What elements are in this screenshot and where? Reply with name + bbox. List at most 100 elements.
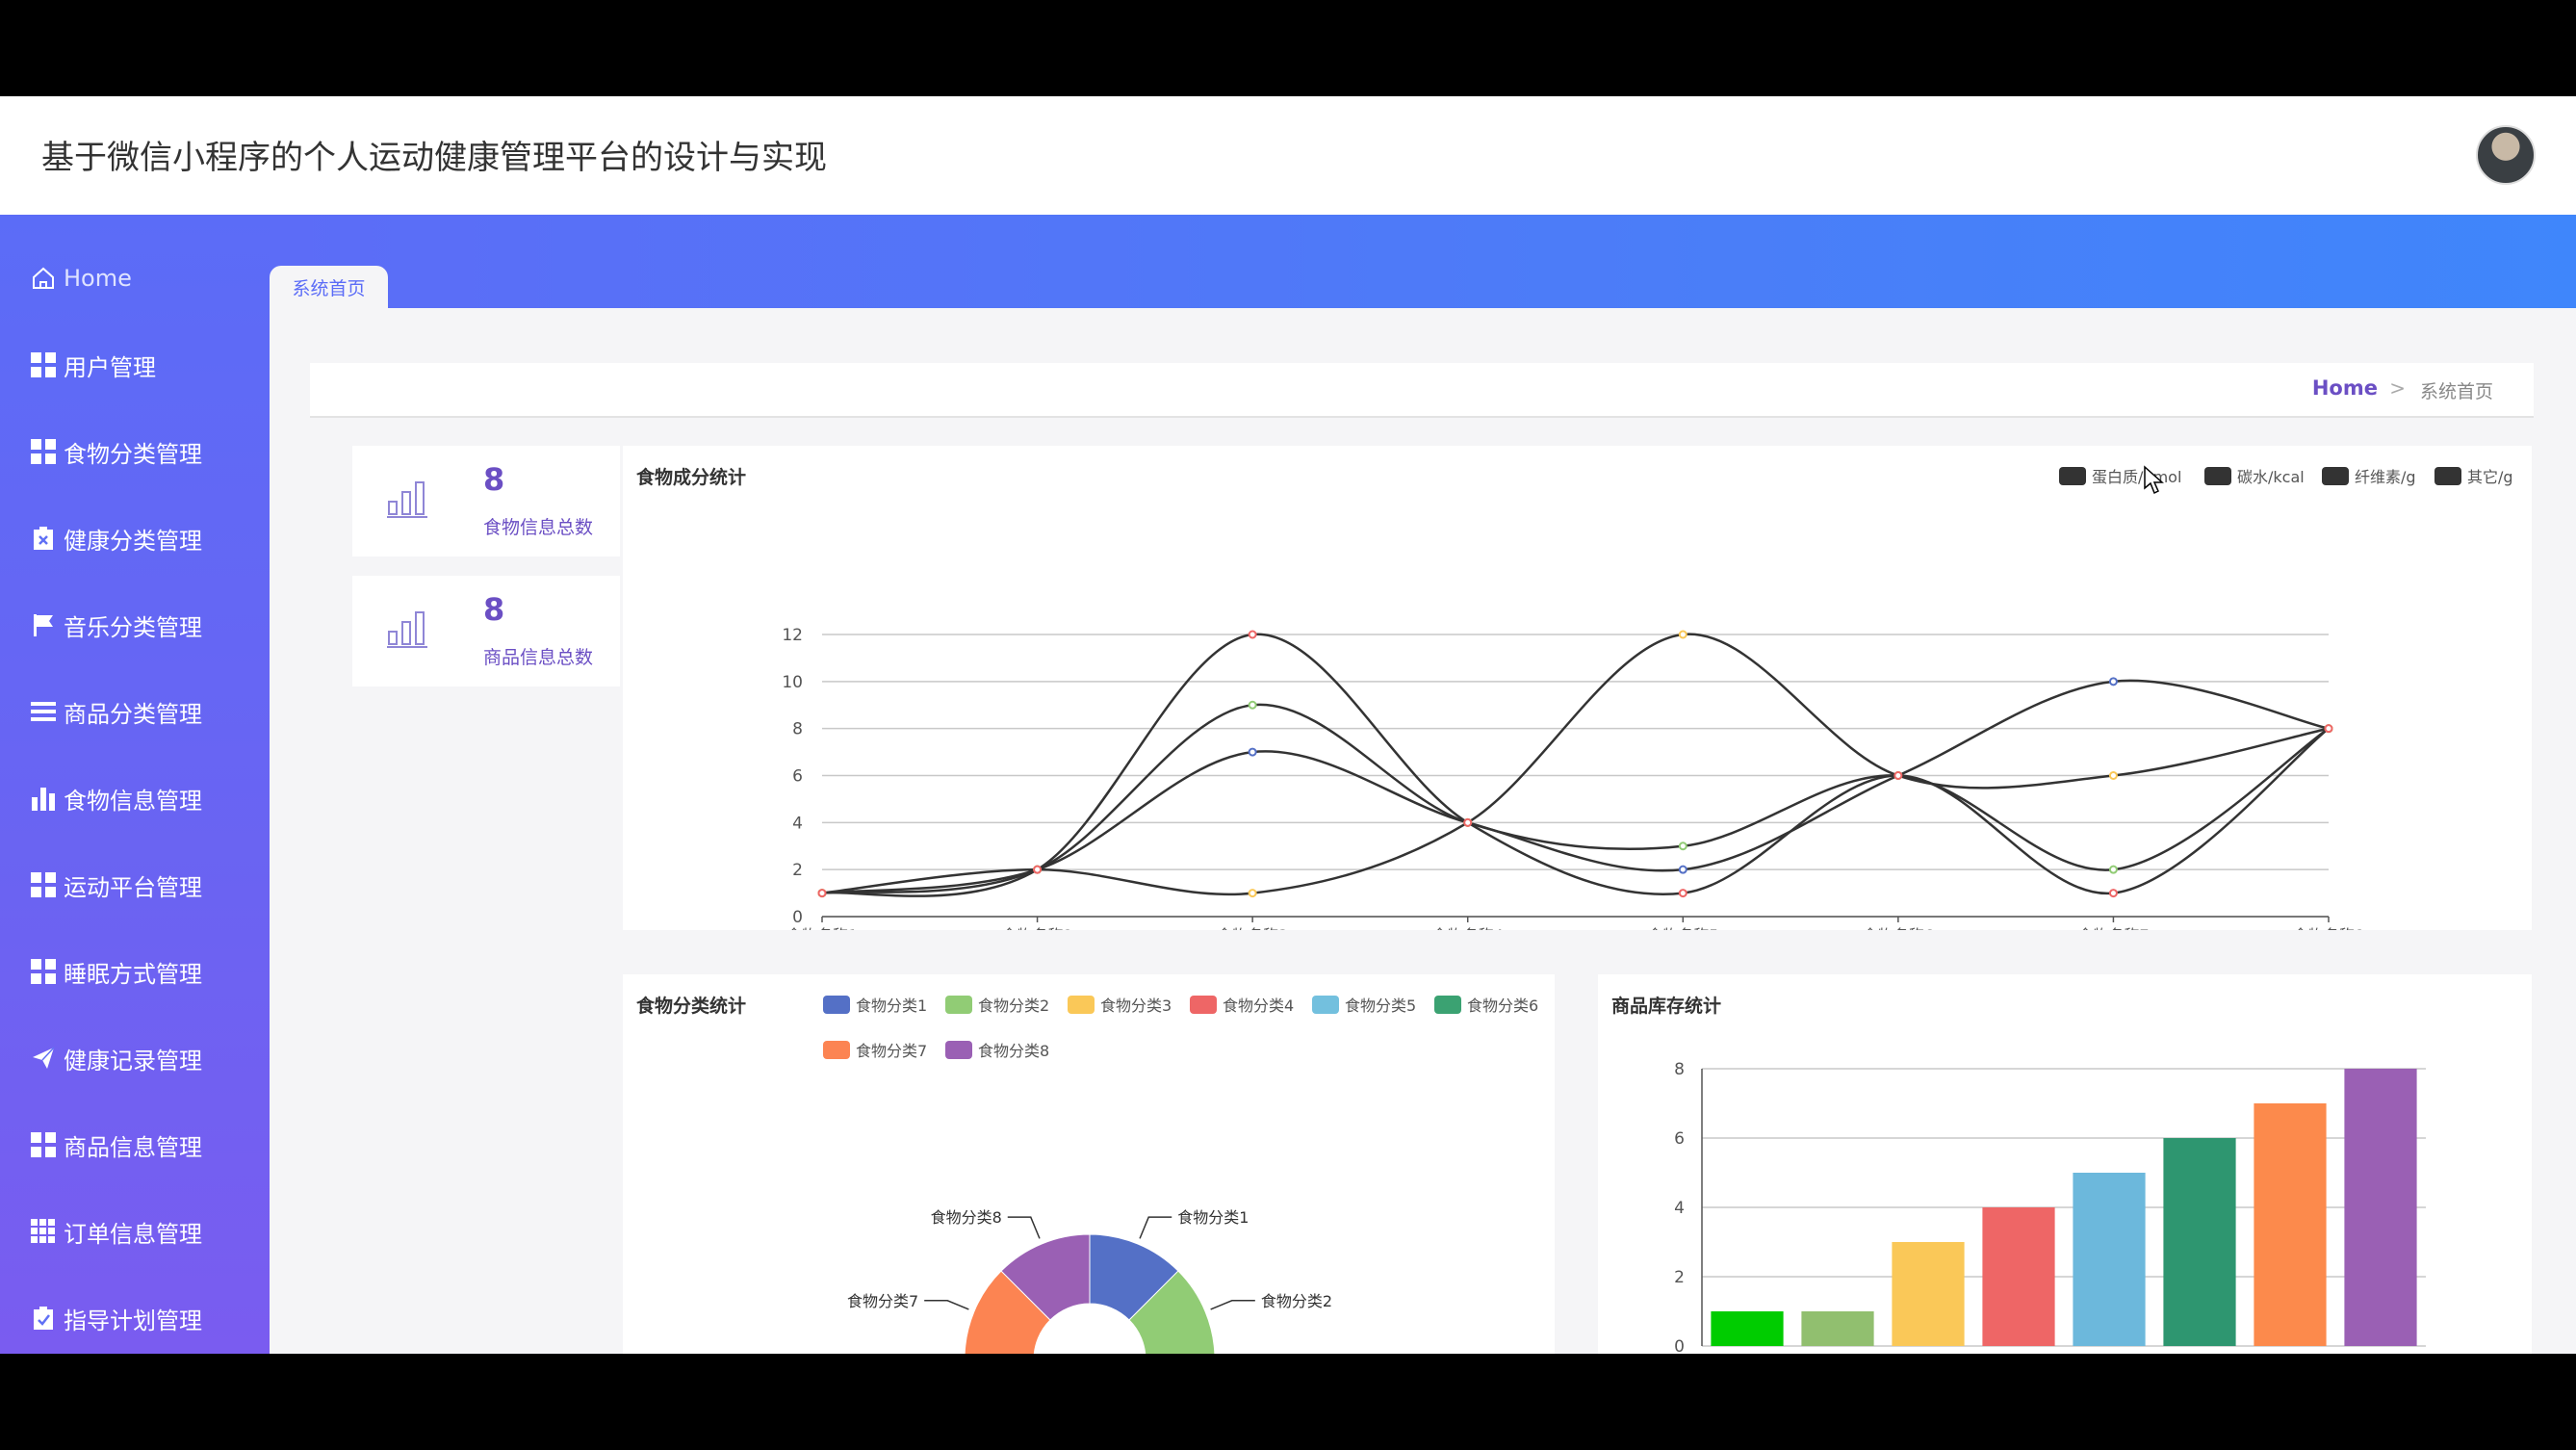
y-tick-label: 12 — [782, 626, 803, 645]
sidebar-item-home[interactable]: Home — [31, 259, 262, 298]
user-avatar[interactable] — [2476, 125, 2536, 185]
app-title: 基于微信小程序的个人运动健康管理平台的设计与实现 — [41, 139, 827, 177]
x-tick-label: 食物名称8 — [2293, 926, 2364, 930]
pie-chart: 食物分类1 食物分类2 食物分类7 食物分类8 — [847, 1208, 1332, 1354]
data-point — [1463, 817, 1473, 827]
send-icon — [31, 1046, 56, 1071]
sidebar-item-health-category[interactable]: 健康分类管理 — [31, 519, 262, 557]
stat-value: 8 — [483, 591, 505, 628]
bar-chart: 0 2 4 6 8 — [1674, 1060, 2426, 1354]
y-tick-label: 0 — [1674, 1337, 1685, 1354]
sidebar-item-label: 音乐分类管理 — [64, 613, 202, 641]
sidebar-item-music-category[interactable]: 音乐分类管理 — [31, 606, 262, 644]
y-tick-label: 8 — [792, 720, 803, 739]
series-line — [821, 703, 2330, 894]
data-point — [1678, 889, 1687, 898]
sidebar-item-label: 健康记录管理 — [64, 1047, 202, 1075]
top-header: 基于微信小程序的个人运动健康管理平台的设计与实现 — [0, 96, 2576, 215]
y-tick-label: 2 — [1674, 1268, 1685, 1287]
y-tick-label: 6 — [792, 767, 803, 787]
sidebar-item-product-info[interactable]: 商品信息管理 — [31, 1126, 262, 1164]
sidebar-item-product-category[interactable]: 商品分类管理 — [31, 692, 262, 731]
pie-label-line — [1007, 1216, 1041, 1239]
bar — [1711, 1311, 1784, 1346]
grid-icon — [31, 959, 56, 984]
sidebar: Home 用户管理 食物分类管理 健康分类管理 音乐分类管理 商品分类管理 食物… — [0, 215, 270, 1354]
data-point — [2108, 889, 2118, 898]
breadcrumb-separator: > — [2389, 376, 2406, 400]
screen: 基于微信小程序的个人运动健康管理平台的设计与实现 Home 用户管理 食物分类管… — [0, 0, 2576, 1450]
bar — [1982, 1207, 2055, 1346]
data-point — [2324, 724, 2333, 734]
y-tick-label: 4 — [792, 814, 803, 833]
breadcrumb-current: 系统首页 — [2419, 381, 2493, 402]
data-point — [1033, 865, 1043, 874]
x-tick-label: 食物名称5 — [1647, 926, 1718, 930]
grid-icon — [31, 1132, 56, 1157]
data-point — [1678, 865, 1687, 874]
data-point — [1893, 771, 1903, 780]
sidebar-item-label: Home — [64, 265, 132, 292]
x-tick-label: 食物名称7 — [2077, 926, 2149, 930]
data-point — [1248, 630, 1257, 639]
breadcrumb-home[interactable]: Home — [2312, 376, 2378, 400]
sidebar-item-label: 健康分类管理 — [64, 527, 202, 555]
sidebar-item-label: 食物信息管理 — [64, 787, 202, 815]
pie-label: 食物分类1 — [1177, 1208, 1249, 1227]
app-window: 基于微信小程序的个人运动健康管理平台的设计与实现 Home 用户管理 食物分类管… — [0, 96, 2576, 1354]
data-point — [1248, 889, 1257, 898]
y-tick-label: 6 — [1674, 1129, 1685, 1149]
data-point — [817, 889, 827, 898]
bar — [1892, 1242, 1965, 1346]
y-tick-label: 0 — [792, 908, 803, 927]
pie-label: 食物分类2 — [1261, 1292, 1332, 1310]
sidebar-item-food-info[interactable]: 食物信息管理 — [31, 779, 262, 817]
bar-chart-icon — [31, 786, 56, 811]
list-icon — [31, 699, 56, 724]
tab-home[interactable]: 系统首页 — [270, 266, 388, 308]
clipboard-x-icon — [31, 526, 56, 551]
sidebar-item-sport-platform[interactable]: 运动平台管理 — [31, 866, 262, 904]
y-tick-label: 4 — [1674, 1199, 1685, 1218]
sidebar-item-order-info[interactable]: 订单信息管理 — [31, 1212, 262, 1251]
sidebar-item-health-record[interactable]: 健康记录管理 — [31, 1039, 262, 1077]
sidebar-item-label: 食物分类管理 — [64, 440, 202, 468]
sidebar-item-label: 用户管理 — [64, 353, 156, 381]
data-point — [2108, 865, 2118, 874]
sidebar-item-label: 订单信息管理 — [64, 1220, 202, 1248]
grid-icon — [31, 352, 56, 377]
bar-chart-icon — [387, 610, 427, 649]
sidebar-item-users[interactable]: 用户管理 — [31, 346, 262, 384]
grid9-icon — [31, 1219, 56, 1244]
header-band — [270, 215, 2576, 308]
bar — [2344, 1069, 2417, 1346]
bar-chart-icon — [387, 480, 427, 519]
sidebar-item-label: 睡眠方式管理 — [64, 960, 202, 988]
breadcrumb: Home > 系统首页 — [310, 363, 2534, 418]
stat-value: 8 — [483, 461, 505, 498]
sidebar-item-label: 指导计划管理 — [64, 1307, 202, 1334]
sidebar-item-label: 商品信息管理 — [64, 1133, 202, 1161]
x-tick-label: 食物名称1 — [786, 926, 858, 930]
bar — [2163, 1138, 2236, 1346]
bar — [1801, 1311, 1874, 1346]
x-tick-label: 食物名称2 — [1001, 926, 1072, 930]
bar — [2073, 1173, 2146, 1346]
y-tick-label: 8 — [1674, 1060, 1685, 1079]
y-tick-label: 2 — [792, 861, 803, 880]
sidebar-item-guide-plan[interactable]: 指导计划管理 — [31, 1299, 262, 1337]
mouse-cursor-icon — [2144, 465, 2164, 495]
sidebar-item-sleep-mode[interactable]: 睡眠方式管理 — [31, 952, 262, 991]
line-chart: 0 2 4 6 8 10 12 食物名称1 食物名称2 食物名称3 食物名称4 食物名称5 食物名称6 食… — [782, 626, 2364, 930]
pie-label-line — [924, 1300, 969, 1310]
sidebar-item-food-category[interactable]: 食物分类管理 — [31, 432, 262, 471]
home-icon — [31, 266, 56, 291]
food-category-panel: 食物分类统计 食物分类1 食物分类2 食物分类3 食物分类4 食物分类5 食物分类6 食物分… — [623, 974, 1555, 1354]
bar — [2254, 1103, 2327, 1346]
product-stock-panel: 商品库存统计 02468 — [1598, 974, 2532, 1354]
data-point — [1678, 630, 1687, 639]
x-tick-label: 食物名称4 — [1432, 926, 1504, 930]
food-composition-panel: 食物成分统计 蛋白质/μmol 碳水/kcal 纤维素/g 其它/g 0 2 4 6 8 10 1… — [623, 446, 2532, 930]
clipboard-check-icon — [31, 1306, 56, 1331]
data-point — [2108, 677, 2118, 686]
